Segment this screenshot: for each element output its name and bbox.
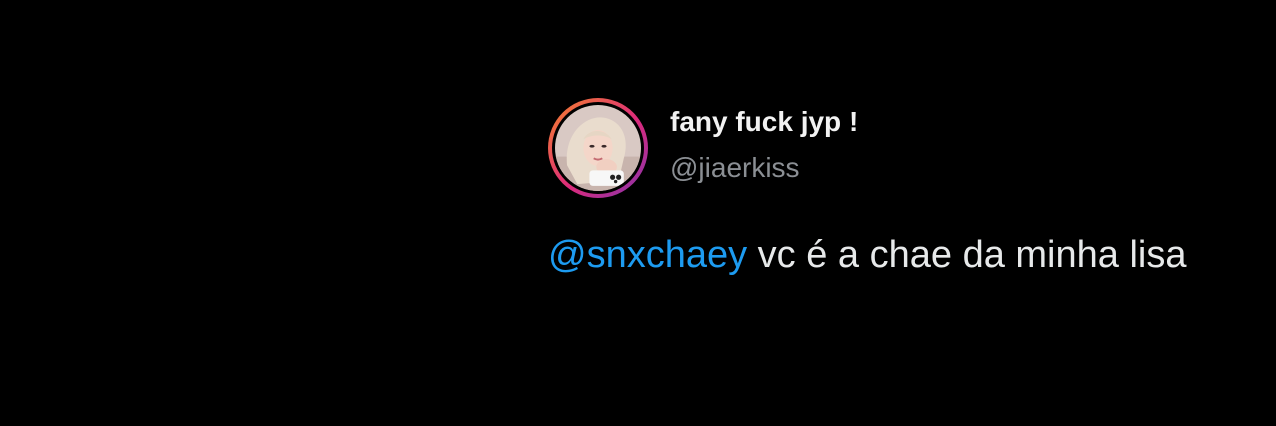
tweet-card: fany fuck jyp ! @jiaerkiss @snxchaey vc …: [548, 98, 1248, 284]
tweet-text: @snxchaey vc é a chae da minha lisa: [548, 226, 1228, 284]
avatar[interactable]: [548, 98, 648, 198]
user-handle[interactable]: @jiaerkiss: [670, 151, 858, 185]
tweet-author: fany fuck jyp ! @jiaerkiss: [670, 105, 858, 185]
display-name[interactable]: fany fuck jyp !: [670, 105, 858, 139]
avatar-photo-icon: [555, 105, 641, 191]
tweet-header: fany fuck jyp ! @jiaerkiss: [548, 98, 1248, 198]
mention-link[interactable]: @snxchaey: [548, 234, 747, 276]
tweet-body: vc é a chae da minha lisa: [747, 234, 1187, 276]
